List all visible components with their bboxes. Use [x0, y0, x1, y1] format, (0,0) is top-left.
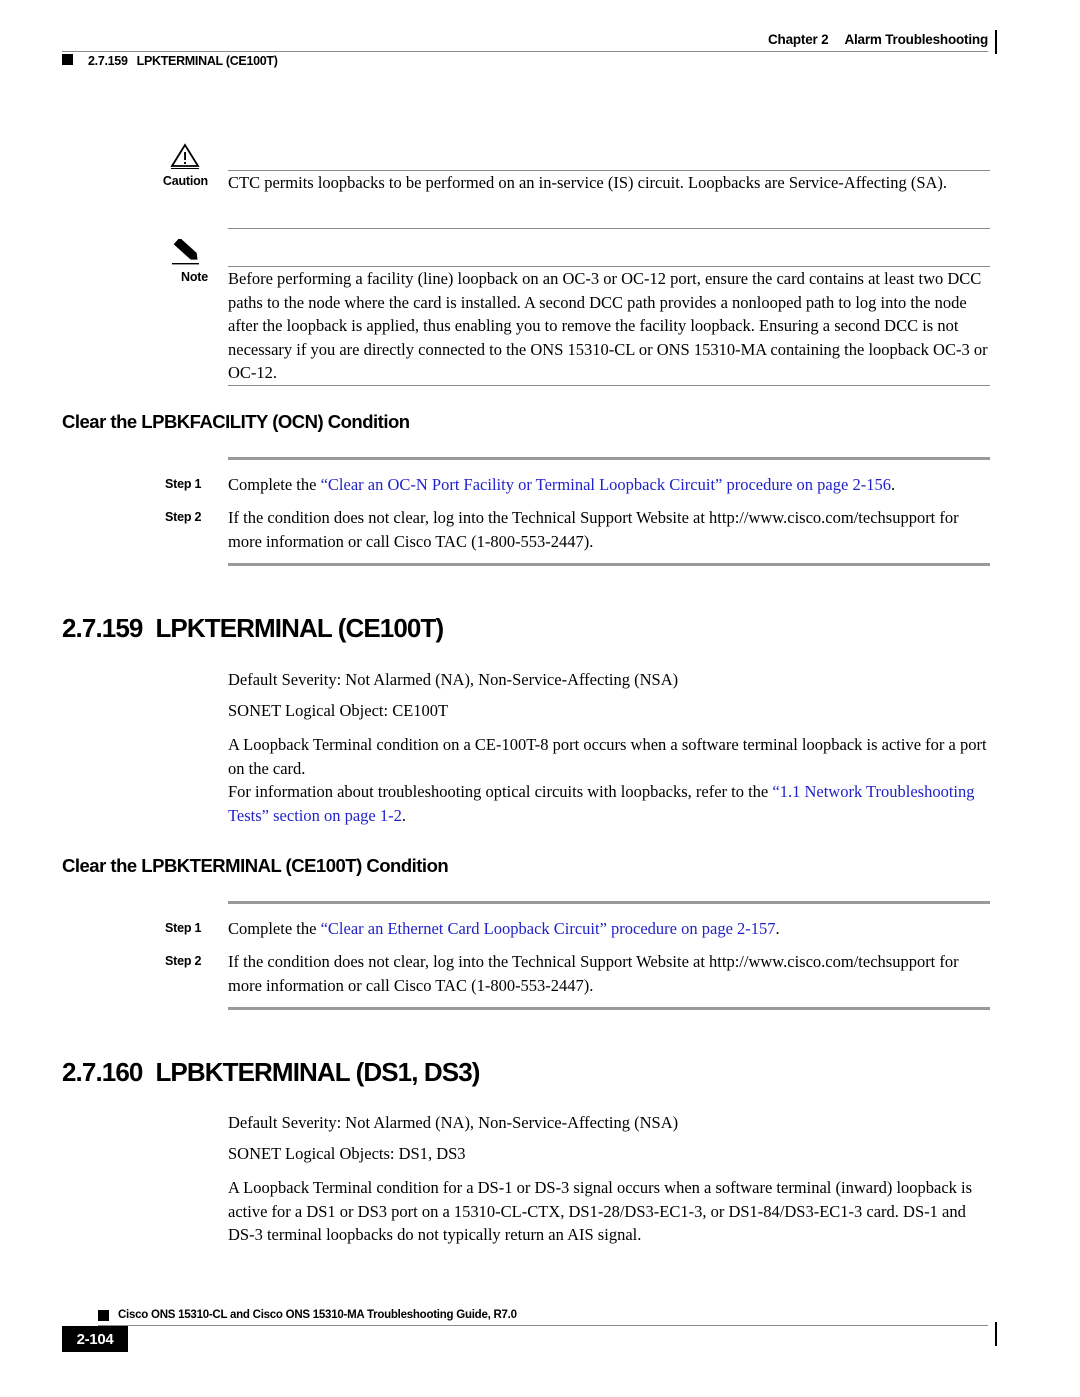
warning-triangle-icon — [170, 143, 200, 169]
footer-divider — [98, 1325, 988, 1326]
heading-title-lpbkterminal-ds: LPBKTERMINAL (DS1, DS3) — [155, 1057, 480, 1087]
step-label-1: Step 1 — [165, 477, 202, 491]
step-text-2-b: If the condition does not clear, log int… — [228, 952, 959, 995]
pencil-icon — [170, 239, 200, 265]
note-rule-bottom — [228, 385, 990, 386]
reference-prefix-ce100t: For information about troubleshooting op… — [228, 782, 773, 801]
header-edge-tick — [995, 30, 997, 54]
step-text-1: Complete the “Clear an OC-N Port Facilit… — [228, 473, 996, 497]
step-1b-prefix: Complete the — [228, 919, 321, 938]
header-chapter-number: Chapter 2 — [767, 32, 829, 47]
header-divider — [62, 51, 988, 52]
step-rule-top — [228, 457, 990, 460]
heading-number-2-7-159: 2.7.159 — [62, 613, 143, 643]
step-1b-suffix: . — [775, 919, 780, 938]
step-text-1-b: Complete the “Clear an Ethernet Card Loo… — [228, 917, 996, 941]
heading-lpkterminal-ce100t: 2.7.159 LPKTERMINAL (CE100T) — [62, 613, 444, 644]
reference-suffix-ce100t: . — [401, 805, 407, 825]
step-label-1-b: Step 1 — [165, 921, 202, 935]
note-label: Note — [181, 270, 208, 284]
step-rule-bottom-2 — [228, 1007, 990, 1010]
reference-ce100t: For information about troubleshooting op… — [228, 780, 996, 827]
page-header: Chapter 2 Alarm Troubleshooting 2.7.159 LP… — [0, 0, 1080, 86]
header-chapter: Chapter 2 Alarm Troubleshooting — [768, 32, 988, 47]
step-1-suffix: . — [890, 475, 896, 494]
description-ce100t: A Loopback Terminal condition on a CE-10… — [228, 735, 987, 778]
header-chapter-title: Alarm Troubleshooting — [844, 32, 988, 47]
description-ds: A Loopback Terminal condition for a DS-1… — [228, 1178, 973, 1244]
step-1-link[interactable]: “Clear an OC-N Port Facility or Terminal… — [321, 475, 891, 494]
document-page: Chapter 2 Alarm Troubleshooting 2.7.159 LP… — [0, 0, 1080, 1397]
note-text: Before performing a facility (line) loop… — [228, 269, 988, 382]
logical-object-ds: SONET Logical Objects: DS1, DS3 — [228, 1144, 466, 1163]
heading-number-2-7-160: 2.7.160 — [62, 1057, 143, 1087]
step-label-2: Step 2 — [165, 510, 202, 524]
footer-guide-title: Cisco ONS 15310-CL and Cisco ONS 15310-M… — [118, 1309, 517, 1321]
header-square-marker-icon — [62, 54, 73, 65]
footer-square-marker-icon — [98, 1310, 109, 1321]
page-number-badge: 2-104 — [62, 1326, 128, 1352]
severity-ds: Default Severity: Not Alarmed (NA), Non-… — [228, 1113, 679, 1132]
step-rule-bottom — [228, 563, 990, 566]
heading-lpbkterminal-ds1-ds3: 2.7.160 LPBKTERMINAL (DS1, DS3) — [62, 1057, 480, 1088]
heading-clear-lpbkfacility-ocn: Clear the LPBKFACILITY (OCN) Condition — [62, 411, 410, 432]
caution-label: Caution — [162, 174, 208, 188]
header-section-number: 2.7.159 — [88, 54, 128, 68]
caution-text: CTC permits loopbacks to be performed on… — [228, 173, 948, 192]
heading-title-lpkterminal-ce100t: LPKTERMINAL (CE100T) — [155, 613, 444, 643]
header-section-title: LPKTERMINAL (CE100T) — [136, 54, 278, 68]
header-running-section: 2.7.159 LPKTERMINAL (CE100T) — [88, 54, 278, 68]
step-rule-top-2 — [228, 901, 990, 904]
caution-rule-bottom — [228, 228, 990, 229]
step-text-2: If the condition does not clear, log int… — [228, 508, 959, 551]
footer-edge-tick — [995, 1322, 997, 1346]
logical-object-ce100t: SONET Logical Object: CE100T — [228, 701, 449, 720]
step-label-2-b: Step 2 — [165, 954, 202, 968]
heading-clear-lpbkterminal-ce100t: Clear the LPBKTERMINAL (CE100T) Conditio… — [62, 855, 449, 876]
step-1-prefix: Complete the — [228, 475, 321, 494]
severity-ce100t: Default Severity: Not Alarmed (NA), Non-… — [228, 670, 679, 689]
step-1b-link[interactable]: “Clear an Ethernet Card Loopback Circuit… — [321, 919, 776, 938]
